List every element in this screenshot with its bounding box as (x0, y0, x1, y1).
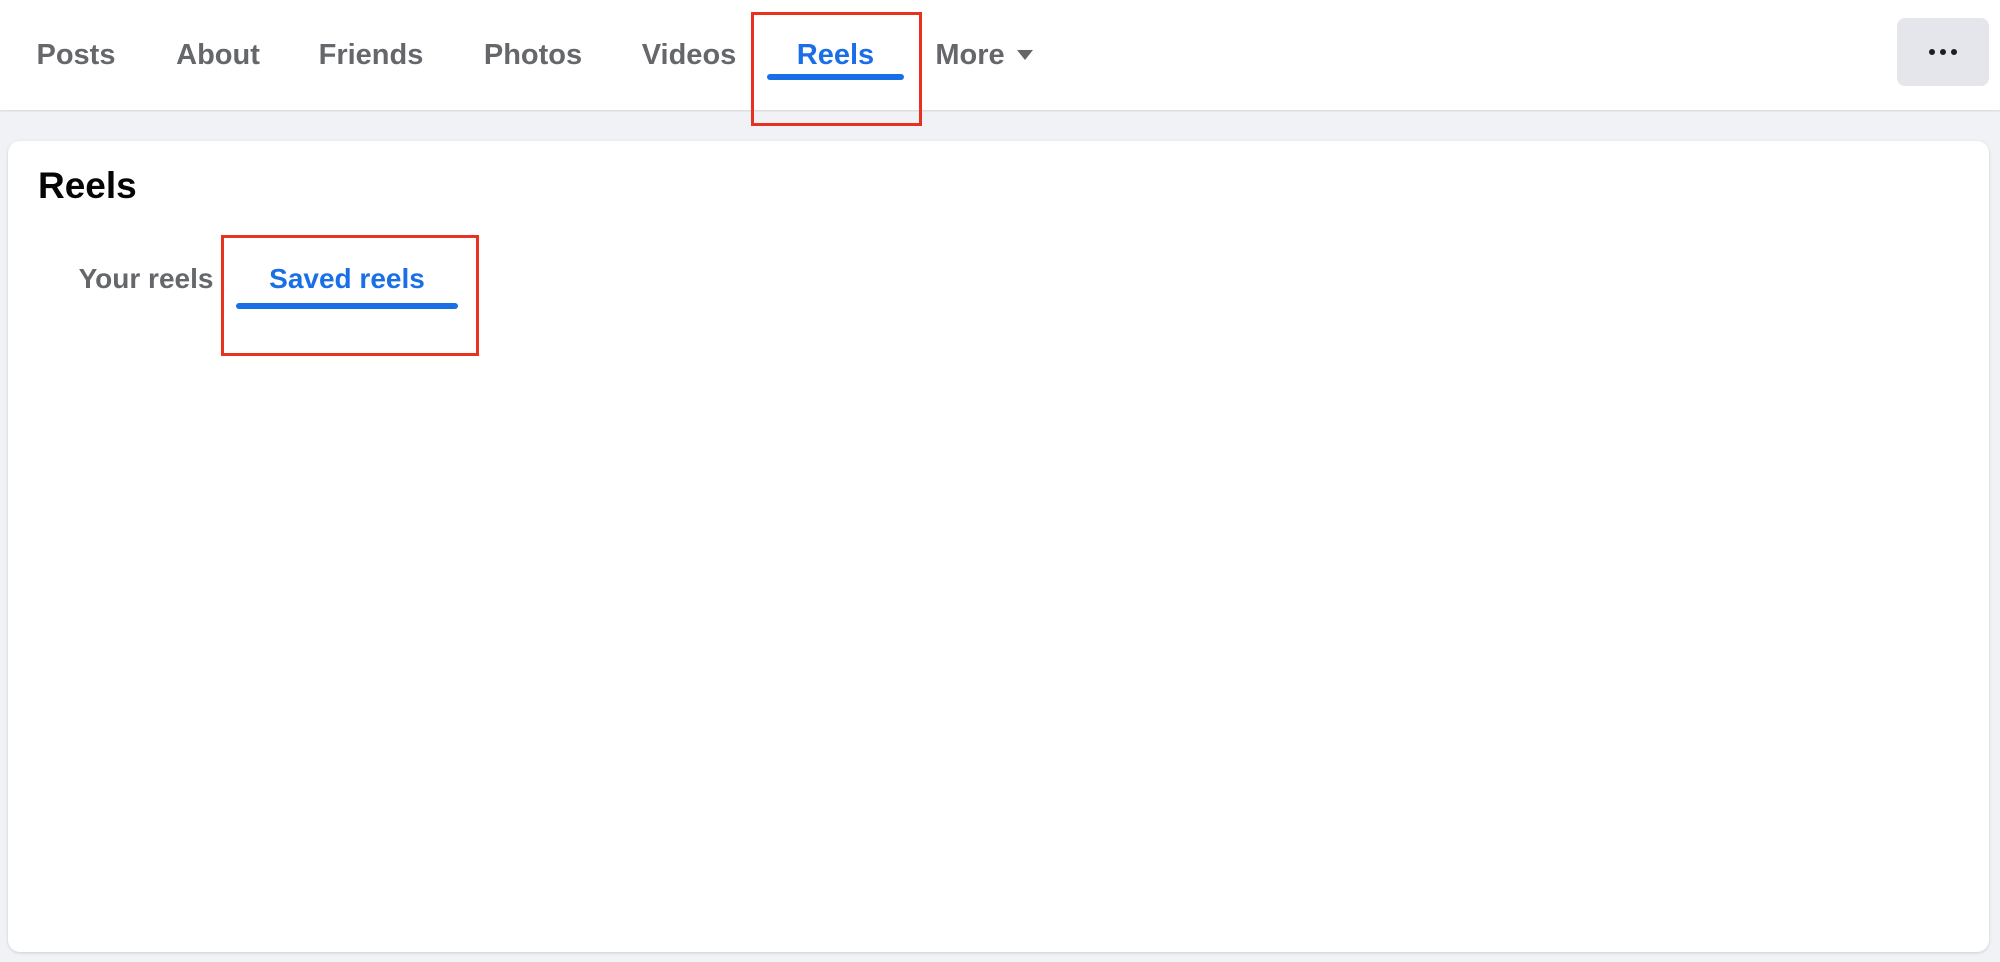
tab-more-label: More (935, 38, 1005, 71)
tab-about[interactable]: About (162, 0, 274, 110)
tab-posts[interactable]: Posts (10, 0, 142, 110)
tab-friends-label: Friends (318, 38, 424, 71)
tab-more-dropdown[interactable]: More (920, 0, 1048, 110)
tab-your-reels-label: Your reels (78, 263, 214, 294)
reels-card: Reels Your reels Saved reels (8, 141, 1989, 952)
tab-your-reels[interactable]: Your reels (66, 239, 226, 333)
tab-posts-label: Posts (36, 38, 116, 71)
tab-videos[interactable]: Videos (630, 0, 748, 110)
tab-reels-active-indicator (767, 74, 904, 80)
tab-saved-reels[interactable]: Saved reels (236, 239, 458, 333)
tab-photos-label: Photos (483, 38, 583, 71)
tab-about-label: About (176, 38, 260, 71)
tab-saved-reels-active-indicator (236, 303, 458, 309)
tab-reels[interactable]: Reels (767, 0, 904, 110)
tab-friends[interactable]: Friends (306, 0, 436, 110)
tab-reels-label: Reels (796, 38, 875, 71)
tab-photos[interactable]: Photos (468, 0, 598, 110)
profile-tab-bar: Posts About Friends Photos Videos Reels … (0, 0, 2000, 110)
tab-videos-label: Videos (641, 38, 737, 71)
tab-saved-reels-label: Saved reels (269, 263, 425, 294)
section-title: Reels (38, 165, 137, 206)
more-dots-icon (1929, 49, 1957, 55)
more-options-button[interactable] (1897, 18, 1989, 86)
caret-down-icon (1016, 50, 1033, 60)
